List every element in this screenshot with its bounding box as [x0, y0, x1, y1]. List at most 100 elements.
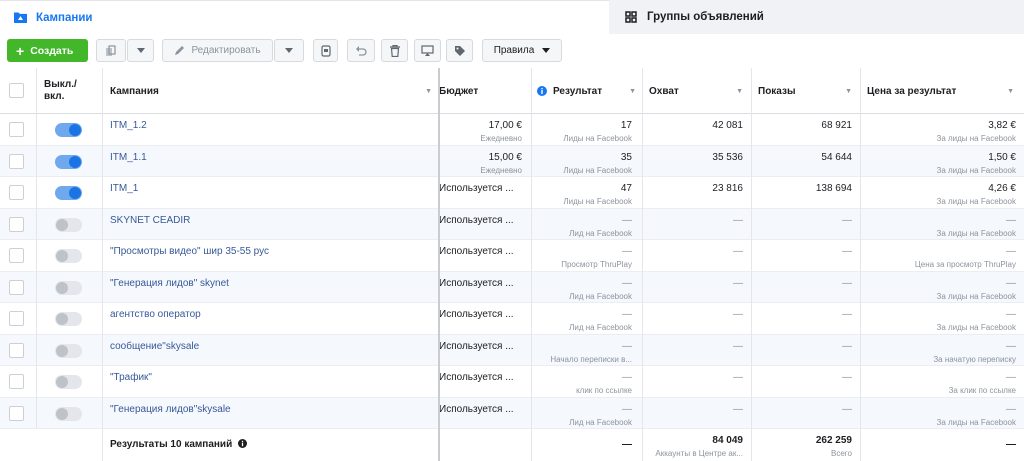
result-type: Лиды на Facebook [563, 165, 632, 175]
campaign-toggle[interactable] [55, 375, 82, 389]
table-row[interactable]: "Генерация лидов"skysale Используется ...… [0, 397, 1024, 429]
preview-button[interactable] [414, 39, 441, 62]
reach-cell: — [643, 372, 743, 383]
tab-campaigns[interactable]: Кампании [0, 0, 609, 34]
col-budget-header[interactable]: Бюджет [439, 68, 531, 114]
result-value: — [622, 372, 632, 383]
budget-cell[interactable]: 15,00 € Ежедневно [439, 152, 522, 175]
col-cost-header[interactable]: Цена за результат ▼ [867, 68, 1024, 114]
col-impressions-header[interactable]: Показы ▼ [758, 68, 858, 114]
table-row[interactable]: ITM_1.1 15,00 € Ежедневно 35 Лиды на Faceboo… [0, 145, 1024, 177]
col-campaign-header[interactable]: Кампания ▼ [110, 68, 438, 114]
table-row[interactable]: "Трафик" Используется ... — клик по ссылке —… [0, 366, 1024, 398]
cost-cell: — За лиды на Facebook [861, 215, 1016, 238]
campaign-name-link[interactable]: агентство оператор [110, 309, 201, 320]
row-checkbox[interactable] [9, 122, 24, 137]
col-divider [531, 68, 532, 461]
impressions-cell: — [752, 404, 852, 415]
row-checkbox[interactable] [9, 279, 24, 295]
select-all-checkbox[interactable] [9, 83, 24, 98]
row-checkbox[interactable] [9, 185, 24, 200]
row-checkbox[interactable] [9, 153, 24, 169]
row-checkbox[interactable] [9, 248, 24, 263]
campaign-toggle[interactable] [55, 406, 82, 421]
table-row[interactable]: агентство оператор Используется ... — Лид н… [0, 303, 1024, 335]
campaign-name-link[interactable]: "Генерация лидов" skynet [110, 278, 229, 289]
budget-cell[interactable]: Используется ... [439, 215, 522, 226]
table-row[interactable]: сообщение"skysale Используется ... — Начало… [0, 334, 1024, 366]
reach-value: — [733, 403, 743, 415]
table-row[interactable]: SKYNET CEADIR Используется ... — Лид на Fac… [0, 208, 1024, 240]
grid-icon [625, 10, 638, 24]
table-header: Выкл./ вкл. Кампания ▼ Бюджет Результат … [0, 68, 1024, 114]
campaign-toggle[interactable] [55, 123, 82, 137]
result-type: Лиды на Facebook [563, 134, 632, 143]
col-result-header[interactable]: Результат ▼ [537, 68, 642, 114]
duplicate-button[interactable] [96, 39, 126, 62]
table-row[interactable]: "Просмотры видео" шир 35-55 рус Используе… [0, 240, 1024, 272]
budget-value: 17,00 € [488, 120, 522, 131]
budget-value: Используется ... [439, 183, 514, 194]
result-value: — [622, 309, 632, 320]
table-row[interactable]: "Генерация лидов" skynet Используется ...… [0, 271, 1024, 303]
campaign-toggle[interactable] [55, 186, 82, 200]
budget-cell[interactable]: Используется ... [439, 404, 522, 415]
campaign-name-link[interactable]: ITM_1.1 [110, 152, 147, 163]
row-checkbox[interactable] [9, 374, 24, 389]
delete-button[interactable] [381, 39, 408, 62]
budget-cell[interactable]: 17,00 € Ежедневно [439, 120, 522, 143]
test-button[interactable] [313, 39, 338, 62]
impressions-cell: — [752, 215, 852, 226]
row-checkbox[interactable] [9, 216, 24, 232]
col-divider [102, 68, 103, 461]
campaign-name-link[interactable]: "Трафик" [110, 372, 152, 383]
campaign-toggle[interactable] [55, 217, 82, 232]
impressions-value: — [842, 403, 852, 415]
row-checkbox[interactable] [9, 405, 24, 421]
table-row[interactable]: ITM_1.2 17,00 € Ежедневно 17 Лиды на Faceboo… [0, 114, 1024, 146]
budget-cell[interactable]: Используется ... [439, 246, 522, 257]
reach-cell: — [643, 404, 743, 415]
campaign-name-link[interactable]: ITM_1.2 [110, 120, 147, 131]
col-reach-header[interactable]: Охват ▼ [649, 68, 749, 114]
edit-dropdown-button[interactable] [274, 39, 304, 62]
campaign-toggle[interactable] [55, 154, 82, 169]
col-campaign-label: Кампания [110, 85, 159, 97]
rules-label: Правила [493, 45, 535, 56]
campaign-toggle[interactable] [55, 280, 82, 295]
campaigns-table: Выкл./ вкл. Кампания ▼ Бюджет Результат … [0, 68, 1024, 461]
campaign-name-link[interactable]: ITM_1 [110, 183, 138, 194]
campaign-toggle[interactable] [55, 343, 82, 358]
budget-cell[interactable]: Используется ... [439, 183, 522, 194]
campaign-toggle[interactable] [55, 249, 82, 263]
campaign-name-link[interactable]: SKYNET CEADIR [110, 215, 190, 226]
result-cell: 47 Лиды на Facebook [532, 183, 632, 206]
budget-cell[interactable]: Используется ... [439, 309, 522, 320]
col-divider [751, 68, 752, 461]
campaign-toggle[interactable] [55, 312, 82, 326]
row-checkbox[interactable] [9, 311, 24, 326]
result-type: Лид на Facebook [569, 228, 632, 238]
undo-button[interactable] [347, 39, 375, 62]
campaign-name-link[interactable]: сообщение"skysale [110, 341, 199, 352]
cost-value: 4,26 € [988, 183, 1016, 194]
rules-dropdown[interactable]: Правила [482, 39, 562, 62]
folder-icon [14, 11, 27, 24]
tab-adsets[interactable]: Группы объявлений [609, 0, 1024, 34]
duplicate-icon [106, 44, 116, 56]
budget-cell[interactable]: Используется ... [439, 341, 522, 352]
result-cell: — Просмотр ThruPlay [532, 246, 632, 269]
row-checkbox[interactable] [9, 342, 24, 358]
result-type: Лид на Facebook [569, 417, 632, 427]
campaign-name-link[interactable]: "Генерация лидов"skysale [110, 404, 231, 415]
budget-cell[interactable]: Используется ... [439, 278, 522, 289]
result-type: Просмотр ThruPlay [561, 260, 632, 269]
table-row[interactable]: ITM_1 Используется ... 47 Лиды на Facebook 2… [0, 177, 1024, 209]
budget-cell[interactable]: Используется ... [439, 372, 522, 383]
edit-button[interactable]: Редактировать [162, 39, 273, 62]
totals-cost: — [861, 439, 1016, 450]
tag-button[interactable] [446, 39, 473, 62]
create-button[interactable]: + Создать [7, 39, 88, 62]
campaign-name-link[interactable]: "Просмотры видео" шир 35-55 рус [110, 246, 269, 257]
duplicate-dropdown-button[interactable] [127, 39, 154, 62]
